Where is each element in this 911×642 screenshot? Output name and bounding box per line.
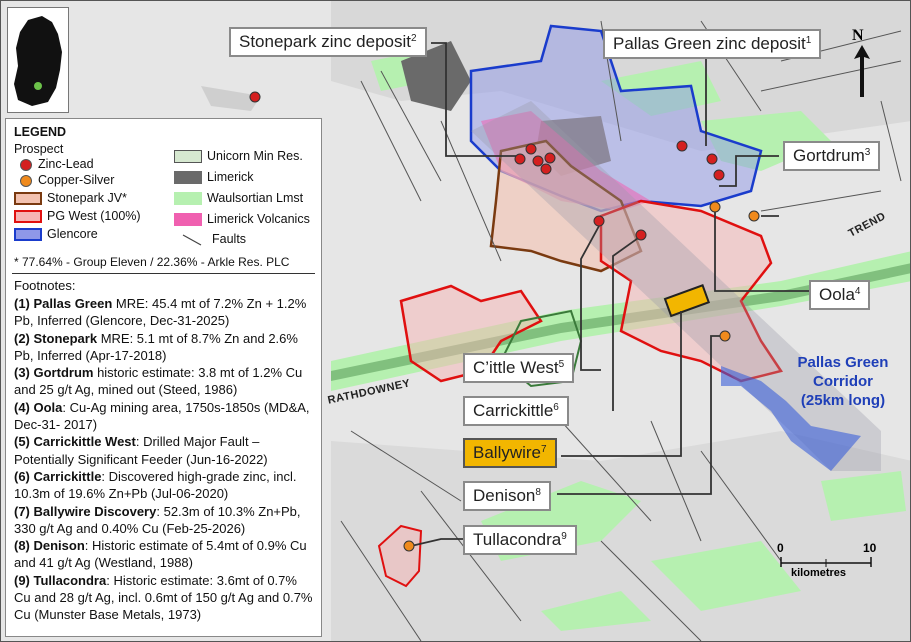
ballywire-callout-text: Ballywire [473, 443, 542, 462]
footnote-item: (4) Oola: Cu-Ag mining area, 1750s-1850s… [14, 399, 316, 434]
legend-label: Stonepark JV* [47, 191, 127, 205]
oola-callout-text: Oola [819, 285, 855, 304]
north-label: N [852, 27, 864, 44]
footnote-head: (7) Ballywire Discovery [14, 503, 157, 519]
legend-item-zinc-lead: Zinc-Lead [20, 157, 94, 171]
ownership-note: * 77.64% - Group Eleven / 22.36% - Arkle… [14, 255, 290, 269]
carrickittle-west-callout: C’ittle West5 [463, 353, 575, 383]
carrickittle-footnote-ref: 6 [553, 402, 559, 413]
footnotes-list: (1) Pallas Green MRE: 45.4 mt of 7.2% Zn… [14, 295, 316, 624]
gortdrum-callout-text: Gortdrum [793, 146, 865, 165]
legend-label: Glencore [47, 227, 98, 241]
location-marker [34, 82, 42, 90]
glencore-swatch-icon [14, 228, 42, 242]
ireland-inset-map [7, 7, 69, 113]
footnote-head: (1) Pallas Green [14, 296, 113, 311]
stonepark-footnote-ref: 2 [411, 33, 417, 44]
tullacondra-callout: Tullacondra9 [463, 525, 577, 555]
stonepark-callout: Stonepark zinc deposit2 [229, 27, 427, 57]
stonepark-callout-text: Stonepark zinc deposit [239, 32, 411, 51]
scale-bar: 0 10 kilometres [771, 541, 881, 581]
ballywire-callout: Ballywire7 [463, 438, 557, 468]
legend-item-pg-west: PG West (100%) [14, 209, 141, 224]
legend-label: Unicorn Min Res. [207, 149, 303, 163]
fault-line-icon [182, 234, 202, 246]
legend-label: Copper-Silver [38, 173, 115, 187]
legend-label: Faults [212, 232, 247, 246]
footnote-head: (9) Tullacondra [14, 572, 107, 588]
limerick-swatch-icon [174, 171, 202, 185]
footnote-item: (2) Stonepark MRE: 5.1 mt of 8.7% Zn and… [14, 330, 316, 365]
footnote-head: (6) Carrickittle [14, 468, 102, 484]
pallas-green-callout-text: Pallas Green zinc deposit [613, 34, 806, 53]
north-arrow-icon [854, 45, 870, 97]
legend-item-volcanics: Limerick Volcanics [174, 212, 310, 227]
carrickittle-callout: Carrickittle6 [463, 396, 569, 426]
divider [12, 273, 315, 274]
footnote-head: (5) Carrickittle West [14, 434, 136, 450]
pallas-green-callout: Pallas Green zinc deposit1 [603, 29, 822, 59]
corridor-line-2: Corridor [813, 373, 873, 390]
footnote-head: (2) Stonepark [14, 330, 98, 346]
gortdrum-callout: Gortdrum3 [783, 141, 881, 171]
footnote-head: (8) Denison [14, 538, 85, 554]
gortdrum-footnote-ref: 3 [864, 147, 871, 158]
waulsortian-swatch-icon [174, 192, 202, 206]
unicorn-swatch-icon [174, 150, 202, 164]
carrickittle-callout-text: Carrickittle [473, 401, 554, 420]
copper-silver-dot-icon [20, 174, 32, 187]
scale-max: 10 [863, 541, 877, 555]
carrickittle-west-callout-text: C’ittle West [473, 358, 559, 377]
map-figure: N TREND RATHDOWNEY Pallas Green Corridor… [0, 0, 911, 642]
ireland-outline [14, 16, 62, 106]
carrickittle-west-footnote-ref: 5 [558, 359, 565, 370]
pg-west-swatch-icon [14, 210, 42, 224]
footnote-head: (3) Gortdrum [14, 365, 94, 381]
legend-item-copper-silver: Copper-Silver [20, 173, 114, 187]
volcanics-swatch-icon [174, 213, 202, 227]
oola-footnote-ref: 4 [854, 286, 861, 297]
legend-item-unicorn: Unicorn Min Res. [174, 149, 303, 164]
footnote-item: (3) Gortdrum historic estimate: 3.8 mt o… [14, 364, 316, 399]
pallas-green-footnote-ref: 1 [805, 35, 812, 46]
footnote-item: (8) Denison: Historic estimate of 5.4mt … [14, 537, 316, 572]
legend-title: LEGEND [14, 125, 67, 139]
ballywire-footnote-ref: 7 [541, 444, 547, 455]
scale-unit: kilometres [791, 567, 847, 579]
legend-prospect-heading: Prospect [14, 142, 64, 156]
footnote-item: (1) Pallas Green MRE: 45.4 mt of 7.2% Zn… [14, 295, 316, 330]
legend-label: Zinc-Lead [38, 157, 94, 171]
footnotes-title: Footnotes: [14, 278, 76, 293]
oola-callout: Oola4 [809, 280, 871, 310]
footnote-item: (6) Carrickittle: Discovered high-grade … [14, 468, 316, 503]
legend-item-limerick: Limerick [174, 170, 254, 185]
legend-label: Waulsortian Lmst [207, 191, 304, 205]
scale-min: 0 [777, 541, 784, 555]
north-arrow: N [850, 27, 874, 99]
legend-label: Limerick Volcanics [207, 212, 310, 226]
tullacondra-callout-text: Tullacondra [473, 530, 562, 549]
legend-panel: LEGEND Prospect Zinc-Lead Copper-Silver … [5, 118, 322, 637]
corridor-line-1: Pallas Green [797, 354, 889, 371]
stonepark-swatch-icon [14, 192, 42, 206]
zinc-lead-dot-icon [20, 158, 32, 171]
corridor-label: Pallas Green Corridor (25km long) [783, 353, 903, 410]
legend-item-glencore: Glencore [14, 227, 98, 242]
footnote-item: (7) Ballywire Discovery: 52.3m of 10.3% … [14, 503, 316, 538]
denison-footnote-ref: 8 [535, 487, 541, 498]
legend-item-stonepark-jv: Stonepark JV* [14, 191, 127, 206]
legend-label: PG West (100%) [47, 209, 141, 223]
corridor-line-3: (25km long) [800, 392, 886, 409]
footnote-item: (5) Carrickittle West: Drilled Major Fau… [14, 433, 316, 468]
footnote-item: (9) Tullacondra: Historic estimate: 3.6m… [14, 572, 316, 624]
footnote-head: (4) Oola [14, 399, 63, 415]
denison-callout-text: Denison [473, 486, 536, 505]
legend-label: Limerick [207, 170, 254, 184]
tullacondra-footnote-ref: 9 [561, 531, 567, 542]
legend-item-waulsortian: Waulsortian Lmst [174, 191, 304, 206]
legend-item-faults: Faults [182, 232, 246, 246]
denison-callout: Denison8 [463, 481, 551, 511]
